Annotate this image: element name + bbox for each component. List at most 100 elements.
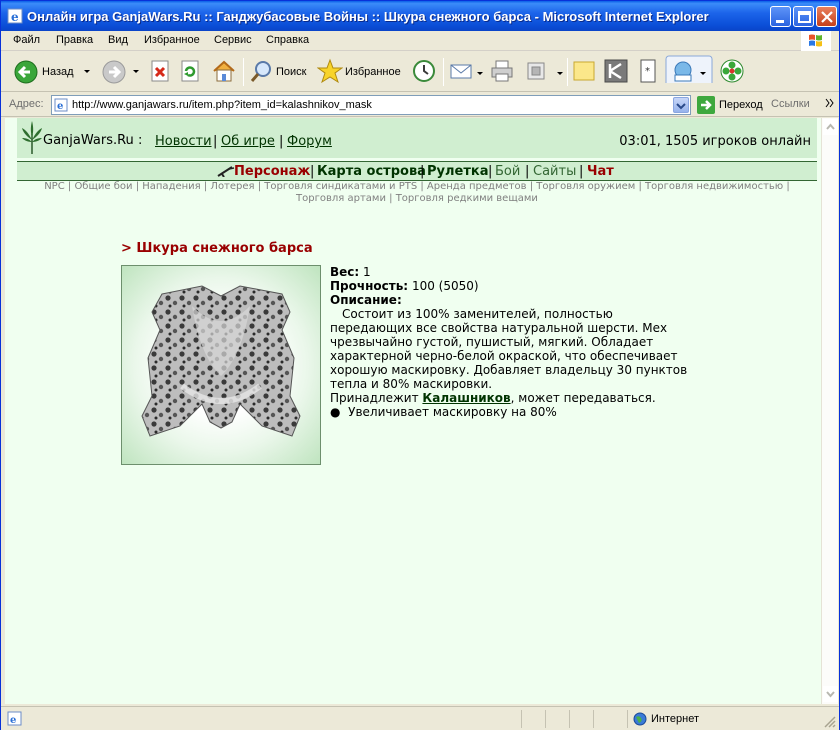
description-label: Описание: bbox=[330, 293, 402, 307]
menu-file[interactable]: Файл bbox=[13, 34, 40, 46]
maximize-button[interactable] bbox=[793, 6, 814, 27]
menu-view[interactable]: Вид bbox=[108, 34, 128, 46]
bonus-text: Увеличивает маскировку на 80% bbox=[348, 405, 557, 419]
durability-label: Прочность: bbox=[330, 279, 409, 293]
forward-dropdown-icon[interactable] bbox=[133, 70, 139, 73]
address-url: http://www.ganjawars.ru/item.php?item_id… bbox=[72, 99, 372, 111]
menu-edit[interactable]: Правка bbox=[56, 34, 93, 46]
title-bar[interactable]: e Онлайн игра GanjaWars.Ru :: Ганджубасо… bbox=[1, 1, 839, 31]
scroll-down-button[interactable] bbox=[823, 686, 838, 702]
mail-icon[interactable] bbox=[449, 58, 477, 86]
status-divider bbox=[593, 710, 594, 728]
nav-sites[interactable]: Сайты bbox=[533, 164, 576, 179]
subnav-realestate-trade[interactable]: Торговля недвижимостью bbox=[645, 181, 783, 192]
subnav-attacks[interactable]: Нападения bbox=[142, 181, 200, 192]
research-icon[interactable] bbox=[603, 58, 629, 86]
nav-separator: | bbox=[420, 164, 425, 179]
item-title: > Шкура снежного барса bbox=[121, 241, 313, 256]
svg-text:e: e bbox=[11, 10, 19, 24]
flower-icon[interactable] bbox=[719, 58, 745, 86]
menu-tools[interactable]: Сервис bbox=[214, 34, 252, 46]
close-button[interactable] bbox=[816, 6, 837, 27]
minimize-button[interactable] bbox=[770, 6, 791, 27]
description-line: тепла и 80% маскировки. bbox=[330, 377, 493, 391]
favorites-label: Избранное bbox=[345, 66, 401, 78]
print-icon[interactable] bbox=[489, 58, 515, 86]
nav-roulette[interactable]: Рулетка bbox=[427, 164, 488, 179]
window-title: Онлайн игра GanjaWars.Ru :: Ганджубасовы… bbox=[27, 9, 709, 24]
subnav-weapon-trade[interactable]: Торговля оружием bbox=[536, 181, 635, 192]
owner-suffix: , может передаваться. bbox=[510, 391, 656, 405]
search-icon bbox=[250, 61, 271, 82]
chevron-right-icon[interactable] bbox=[825, 97, 835, 109]
forward-button[interactable] bbox=[101, 58, 141, 86]
edit-dropdown-icon[interactable] bbox=[557, 72, 563, 75]
subnav-item-rent[interactable]: Аренда предметов bbox=[427, 181, 527, 192]
globe-icon bbox=[633, 712, 647, 726]
links-toolbar[interactable]: Ссылки bbox=[771, 98, 810, 110]
header-link-about[interactable]: Об игре bbox=[221, 134, 275, 149]
site-name-separator: : bbox=[137, 133, 143, 148]
description-line: Состоит из 100% заменителей, полностью bbox=[342, 307, 613, 321]
subnav-syndicate-trade[interactable]: Торговля синдикатами и PTS bbox=[264, 181, 417, 192]
site-header: GanjaWars.Ru : Новости | Об игре | Форум… bbox=[17, 118, 817, 158]
header-separator: | bbox=[213, 134, 218, 149]
subnav-npc[interactable]: NPC bbox=[44, 181, 65, 192]
subnav-rare-trade[interactable]: Торговля редкими вещами bbox=[396, 193, 538, 204]
nav-chat[interactable]: Чат bbox=[587, 164, 614, 179]
favorites-button[interactable]: Избранное bbox=[317, 58, 407, 86]
bullet-icon: ● bbox=[330, 405, 341, 419]
main-navigation: Персонаж | Карта острова | Рулетка | Бой… bbox=[17, 161, 817, 181]
back-label: Назад bbox=[42, 66, 74, 78]
scroll-up-button[interactable] bbox=[823, 119, 838, 135]
menu-favorites[interactable]: Избранное bbox=[144, 34, 200, 46]
chevron-down-icon bbox=[676, 103, 686, 110]
stop-icon[interactable] bbox=[149, 58, 173, 86]
page-icon: e bbox=[54, 98, 68, 112]
icq-button-icon[interactable] bbox=[665, 55, 713, 83]
subnav-lottery[interactable]: Лотерея bbox=[210, 181, 254, 192]
owner-line: Принадлежит Калашников, может передавать… bbox=[330, 391, 710, 405]
refresh-icon[interactable] bbox=[179, 58, 203, 86]
messenger-icon[interactable]: * bbox=[637, 58, 659, 86]
weight-value: 1 bbox=[363, 265, 371, 279]
header-link-news[interactable]: Новости bbox=[155, 134, 212, 149]
search-button[interactable]: Поиск bbox=[249, 58, 311, 86]
history-icon[interactable] bbox=[411, 58, 437, 86]
back-button[interactable]: Назад bbox=[11, 58, 93, 86]
address-dropdown-button[interactable] bbox=[673, 97, 689, 113]
back-dropdown-icon[interactable] bbox=[84, 70, 90, 73]
discuss-icon[interactable] bbox=[571, 58, 597, 86]
mail-dropdown-icon[interactable] bbox=[477, 72, 483, 75]
address-input[interactable]: e http://www.ganjawars.ru/item.php?item_… bbox=[51, 95, 691, 115]
snow-leopard-pelt-image bbox=[141, 285, 301, 437]
toolbar-separator bbox=[567, 58, 568, 86]
weight-label: Вес: bbox=[330, 265, 360, 279]
page-status-icon: e bbox=[7, 711, 22, 726]
home-icon[interactable] bbox=[211, 58, 237, 86]
security-zone: Интернет bbox=[651, 713, 699, 725]
header-separator: | bbox=[279, 134, 284, 149]
owner-prefix: Принадлежит bbox=[330, 391, 419, 405]
nav-battle[interactable]: Бой bbox=[495, 164, 520, 179]
status-bar: e Интернет bbox=[1, 706, 839, 730]
resize-grip-icon[interactable] bbox=[823, 715, 837, 729]
close-icon bbox=[821, 11, 833, 23]
vertical-scrollbar[interactable] bbox=[821, 118, 838, 704]
cannabis-leaf-logo-icon[interactable] bbox=[21, 120, 43, 156]
nav-character[interactable]: Персонаж bbox=[234, 164, 310, 179]
back-arrow-icon bbox=[14, 60, 38, 84]
menu-help[interactable]: Справка bbox=[266, 34, 309, 46]
header-link-forum[interactable]: Форум bbox=[287, 134, 332, 149]
subnav-arts-trade[interactable]: Торговля артами bbox=[296, 193, 386, 204]
go-arrow-icon bbox=[697, 96, 715, 114]
standard-toolbar: Назад Поиск Избранное * bbox=[1, 52, 839, 92]
status-divider bbox=[521, 710, 522, 728]
svg-text:e: e bbox=[57, 101, 63, 112]
go-label: Переход bbox=[719, 99, 763, 111]
description-line: характерной черно-белой окраской, что об… bbox=[330, 349, 678, 363]
edit-icon[interactable] bbox=[523, 58, 549, 86]
nav-island-map[interactable]: Карта острова bbox=[317, 164, 426, 179]
owner-link[interactable]: Калашников bbox=[422, 391, 510, 405]
subnav-general-battles[interactable]: Общие бои bbox=[74, 181, 132, 192]
